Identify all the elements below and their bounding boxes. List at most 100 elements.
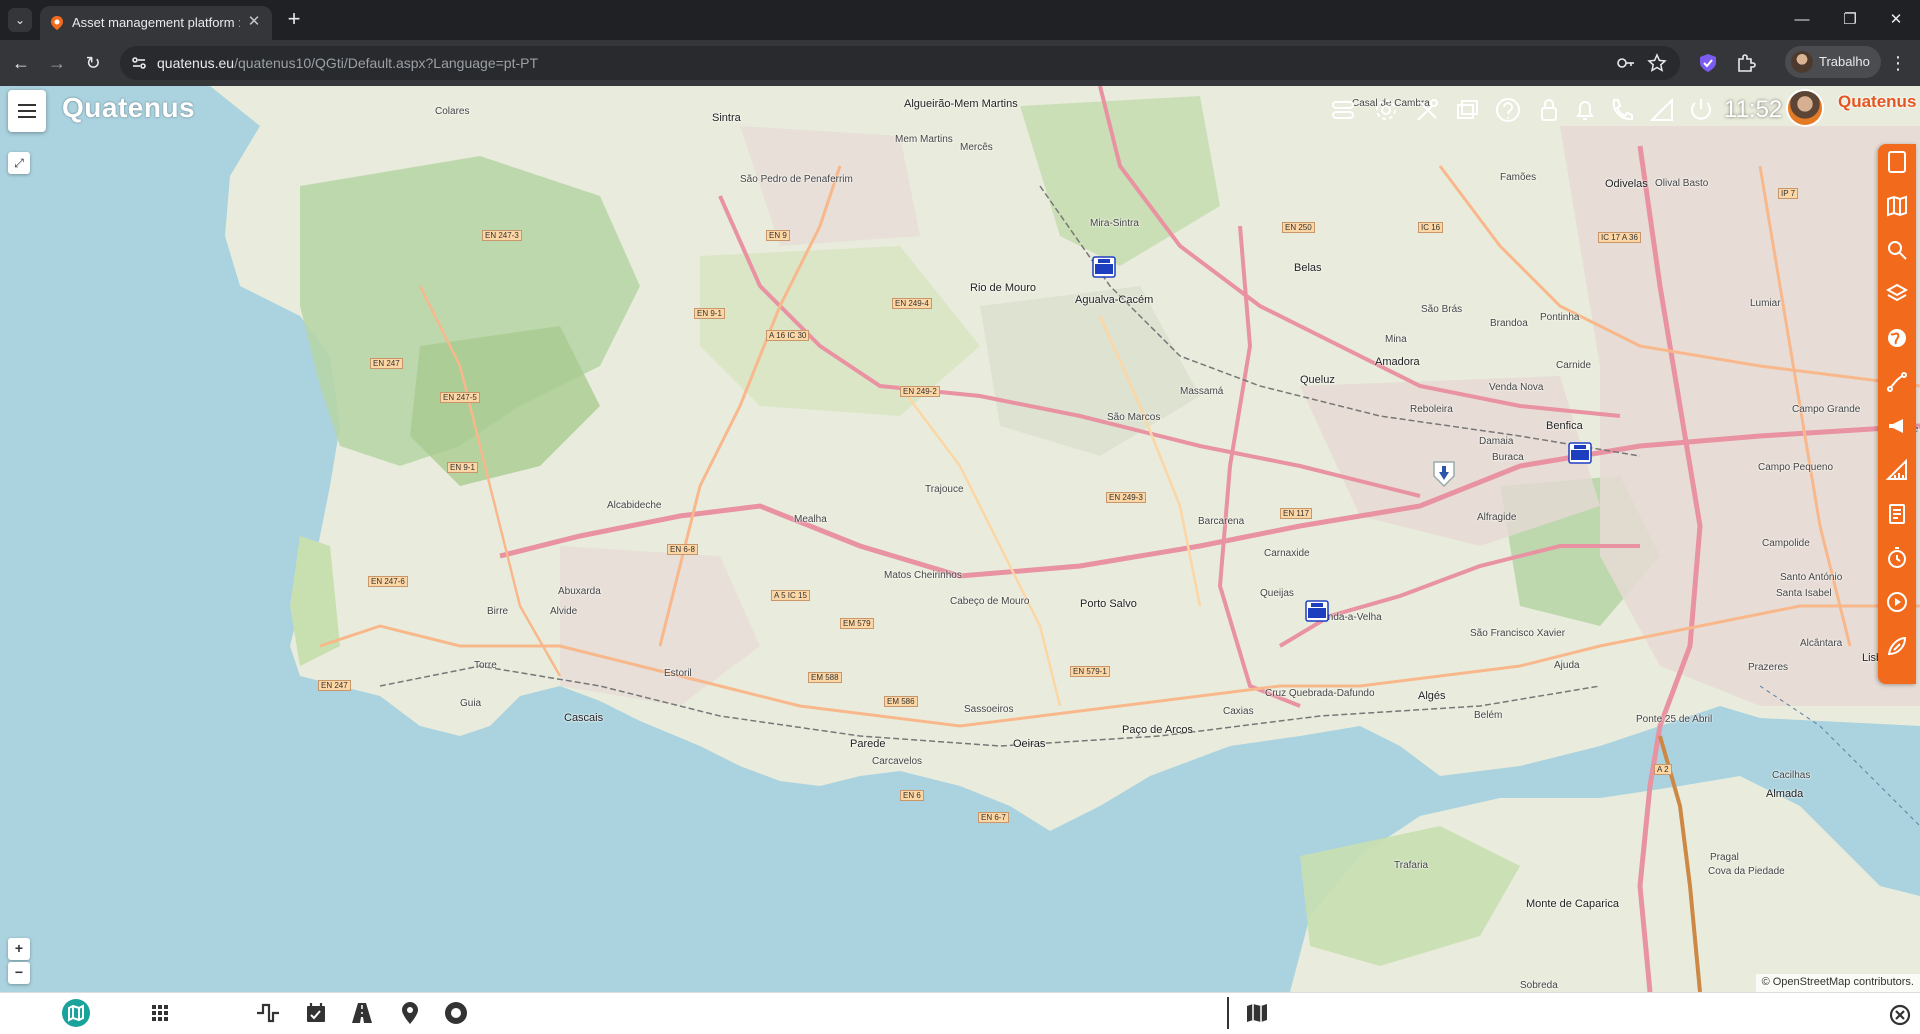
place-label: Estoril <box>664 668 692 679</box>
place-label: Linda-a-Velha <box>1320 612 1382 623</box>
bell-icon[interactable] <box>1570 94 1600 128</box>
vehicle-marker[interactable] <box>1568 442 1592 464</box>
pin-icon[interactable] <box>396 999 424 1027</box>
report-icon[interactable] <box>1885 502 1909 526</box>
user-avatar[interactable] <box>1786 89 1824 127</box>
toolbar-separator <box>1227 997 1229 1029</box>
place-label: Cacilhas <box>1772 770 1811 781</box>
profile-button[interactable]: Trabalho <box>1785 46 1881 78</box>
address-bar[interactable]: quatenus.eu/quatenus10/QGti/Default.aspx… <box>120 46 1680 80</box>
url-host: quatenus.eu <box>157 55 235 71</box>
place-label: Cabeço de Mouro <box>950 596 1030 607</box>
power-icon[interactable] <box>1686 94 1716 128</box>
road-label: EM 586 <box>884 696 918 707</box>
place-label: Queijas <box>1260 588 1294 599</box>
window-close-button[interactable]: ✕ <box>1884 8 1908 32</box>
fullscreen-button[interactable]: ⤢ <box>8 152 30 174</box>
menu-line <box>18 104 36 106</box>
place-label: Alcabideche <box>607 500 662 511</box>
place-label: Belas <box>1294 262 1322 274</box>
tab-search-button[interactable]: ⌄ <box>8 8 32 32</box>
zoom-out-button[interactable]: − <box>8 962 30 984</box>
help-icon[interactable] <box>1493 94 1523 128</box>
tab-strip: ⌄ Asset management platform :: ✕ + — ❐ ✕ <box>0 0 1920 40</box>
place-label: Mina <box>1385 334 1407 345</box>
globe-icon[interactable] <box>1885 326 1909 350</box>
geofence-icon[interactable] <box>1885 634 1909 658</box>
map-canvas[interactable]: Colares Sintra São Pedro de Penaferrim Algu… <box>0 86 1920 992</box>
profile-name: Trabalho <box>1819 54 1870 69</box>
record-icon[interactable] <box>442 999 470 1027</box>
browser-menu-button[interactable]: ⋮ <box>1888 52 1908 74</box>
layers-stack-icon[interactable] <box>1328 94 1358 128</box>
calendar-icon[interactable] <box>302 999 330 1027</box>
menu-line <box>18 116 36 118</box>
place-label: Matos Cheirinhos <box>884 570 962 581</box>
place-label: Paço de Arcos <box>1122 724 1193 736</box>
place-label: Famões <box>1500 172 1537 183</box>
poi-marker-icon[interactable] <box>1430 458 1458 488</box>
vehicle-marker[interactable] <box>1092 256 1116 278</box>
layers-icon[interactable] <box>1885 282 1909 306</box>
map-grid-icon[interactable] <box>1885 194 1909 218</box>
windows-icon[interactable] <box>1452 94 1482 128</box>
vehicle-marker[interactable] <box>1305 600 1329 622</box>
site-info-icon[interactable] <box>130 54 148 72</box>
bookmark-star-icon[interactable] <box>1647 53 1667 73</box>
lock-icon[interactable] <box>1534 94 1564 128</box>
place-label: Sobreda <box>1520 980 1558 991</box>
place-label: Reboleira <box>1410 404 1453 415</box>
menu-line <box>18 110 36 112</box>
place-label: Rio de Mouro <box>970 282 1037 294</box>
phone-icon[interactable] <box>1606 94 1636 128</box>
place-label: Lumiar <box>1750 298 1781 309</box>
panel-icon[interactable] <box>1885 150 1909 174</box>
place-label: Santa Isabel <box>1776 588 1832 599</box>
minimize-button[interactable]: — <box>1790 8 1814 32</box>
browser-window: ⌄ Asset management platform :: ✕ + — ❐ ✕… <box>0 0 1920 1033</box>
road-label: EN 247-6 <box>368 576 408 587</box>
gear-icon[interactable] <box>1371 94 1401 128</box>
road-icon[interactable] <box>348 999 376 1027</box>
place-label: Porto Salvo <box>1080 598 1137 610</box>
new-tab-button[interactable]: + <box>282 8 306 32</box>
forward-button[interactable]: → <box>44 50 70 76</box>
password-key-icon[interactable] <box>1616 53 1636 73</box>
close-circle-icon[interactable] <box>1886 1001 1911 1026</box>
tools-icon[interactable] <box>1412 94 1442 128</box>
signal-icon[interactable] <box>1646 94 1676 128</box>
ruler-icon[interactable] <box>1885 458 1909 482</box>
place-label: Algueirão-Mem Martins <box>904 98 1018 110</box>
place-label: Campo Grande <box>1792 404 1861 415</box>
play-icon[interactable] <box>1885 590 1909 614</box>
road-label: EN 247-3 <box>482 230 522 241</box>
back-button[interactable]: ← <box>8 50 34 76</box>
place-label: Olival Basto <box>1655 178 1709 189</box>
pulse-icon[interactable] <box>254 999 282 1027</box>
timer-icon[interactable] <box>1885 546 1909 570</box>
place-label: Ponte 25 de Abril <box>1636 714 1713 725</box>
reload-button[interactable]: ↻ <box>80 50 106 76</box>
megaphone-icon[interactable] <box>1885 414 1909 438</box>
tab-close-button[interactable]: ✕ <box>244 12 264 32</box>
extension-shield-icon[interactable] <box>1697 52 1719 74</box>
place-label: Carcavelos <box>872 756 923 767</box>
map-icon[interactable] <box>62 999 90 1027</box>
url-path: /quatenus10/QGti/Default.aspx?Language=p… <box>234 55 539 71</box>
extensions-puzzle-icon[interactable] <box>1735 52 1757 74</box>
main-menu-button[interactable] <box>8 90 46 132</box>
place-label: Mercês <box>960 142 993 153</box>
place-label: Queluz <box>1300 374 1335 386</box>
route-icon[interactable] <box>1885 370 1909 394</box>
place-label: Carnaxide <box>1264 548 1310 559</box>
restore-button[interactable]: ❐ <box>1838 8 1862 32</box>
place-label: Campolide <box>1762 538 1810 549</box>
grid-icon[interactable] <box>146 999 174 1027</box>
folded-map-icon[interactable] <box>1243 999 1271 1027</box>
road-label: EN 9 <box>766 230 790 241</box>
search-icon[interactable] <box>1885 238 1909 262</box>
zoom-in-button[interactable]: + <box>8 938 30 960</box>
active-tab[interactable]: Asset management platform :: ✕ <box>40 6 272 40</box>
place-label: Odivelas <box>1605 178 1648 190</box>
place-label: Caxias <box>1223 706 1254 717</box>
